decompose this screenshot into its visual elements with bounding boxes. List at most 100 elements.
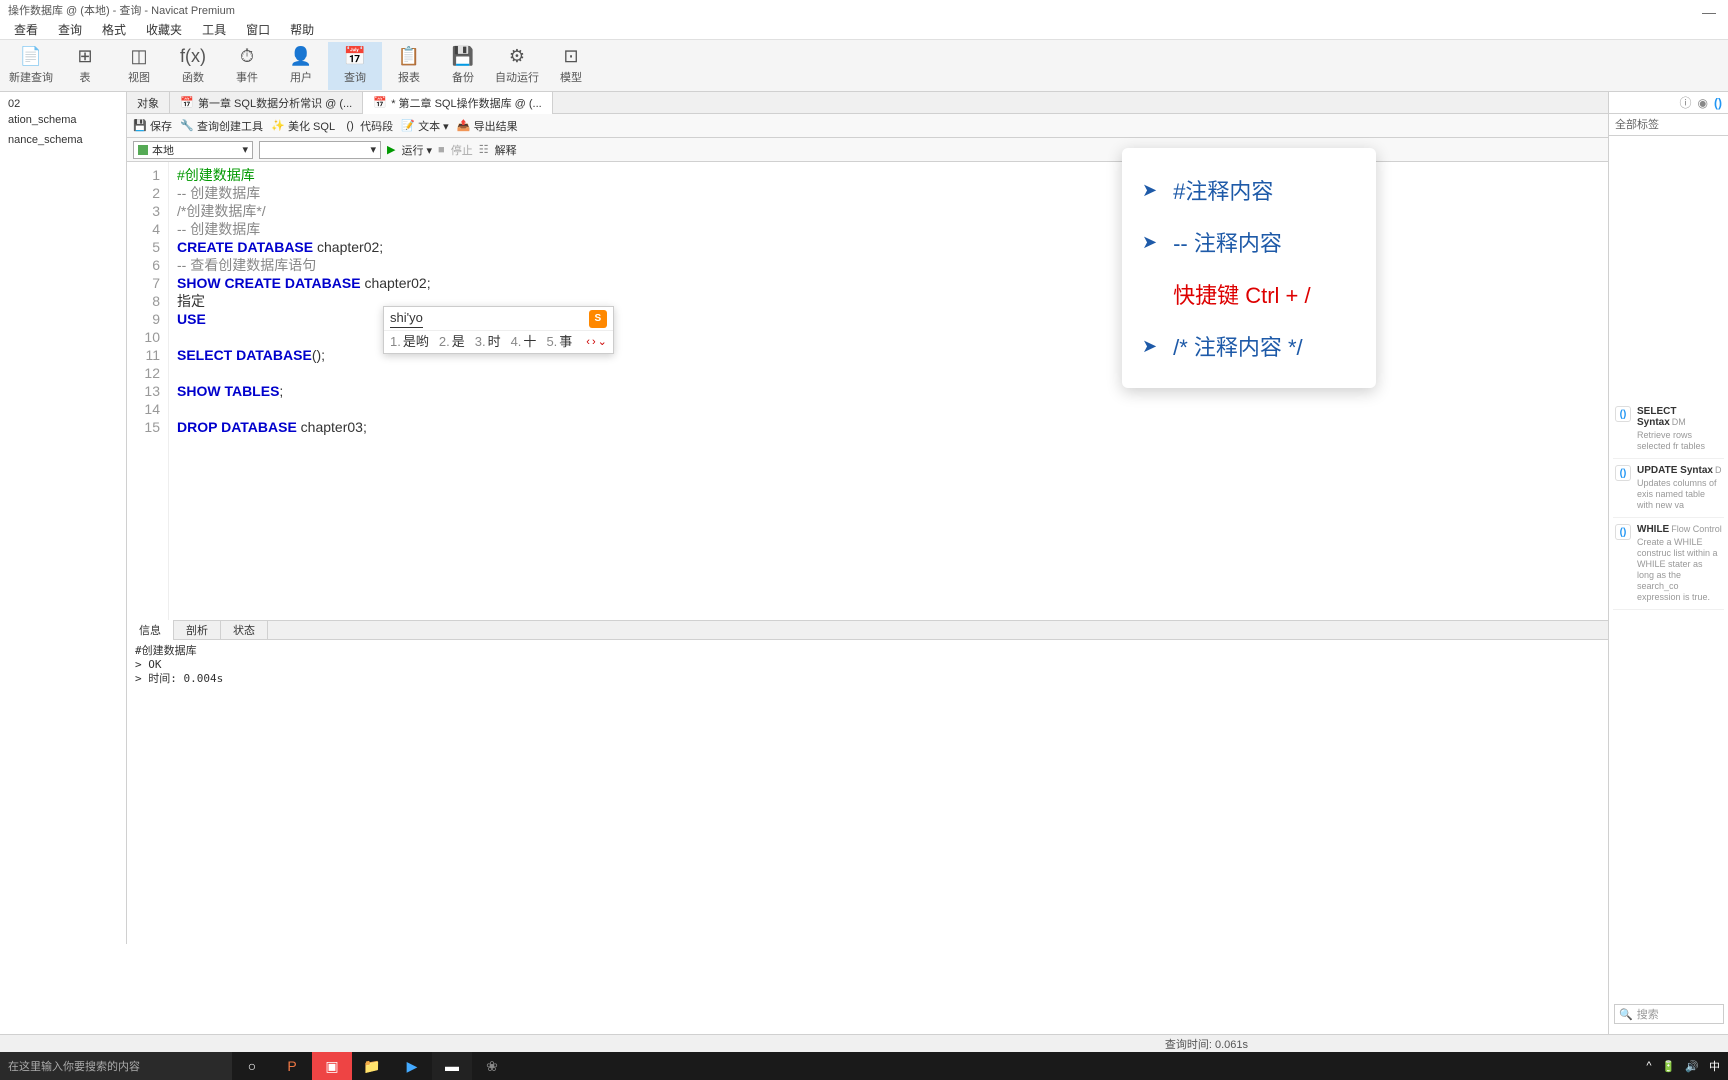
code-line[interactable]: /*创建数据库*/ [177,202,1720,220]
toolbar-item[interactable]: 💾备份 [436,42,490,90]
toolbar-item[interactable]: 📋报表 [382,42,436,90]
editor-tabs: 对象📅第一章 SQL数据分析常识 @ (...📅* 第二章 SQL操作数据库 @… [127,92,1728,114]
snippet-icon: () [1615,406,1631,422]
toolbar-icon: 👤 [289,47,313,67]
toolbar-item[interactable]: ⏱事件 [220,42,274,90]
snippet-search[interactable]: 🔍 搜索 [1614,1004,1724,1024]
editor-tool[interactable]: 🔧查询创建工具 [180,118,263,134]
stop-button[interactable]: 停止 [451,142,473,158]
line-gutter: 123456789101112131415 [127,162,169,620]
ime-candidate[interactable]: 3.时 [475,333,501,351]
menu-item[interactable]: 窗口 [236,21,280,38]
system-tray[interactable]: ^ 🔋 🔊 中 [1638,1058,1728,1074]
menu-item[interactable]: 帮助 [280,21,324,38]
code-editor[interactable]: 123456789101112131415 shi'yo S 1.是哟2.是3.… [127,162,1728,620]
ime-candidate[interactable]: 1.是哟 [390,333,429,351]
terminal-icon[interactable]: ▬ [432,1052,472,1080]
tool-icon: ✨ [271,119,285,133]
chevron-up-icon[interactable]: ^ [1646,1060,1651,1072]
code-line[interactable]: -- 创建数据库 [177,184,1720,202]
editor-toolbar: 💾保存 🔧查询创建工具 ✨美化 SQL ()代码段 📝文本 ▾ 📤导出结果 [127,114,1728,138]
explain-button[interactable]: 解释 [495,142,517,158]
code-line[interactable]: -- 查看创建数据库语句 [177,256,1720,274]
query-time: 查询时间: 0.061s [1165,1036,1248,1052]
menu-item[interactable]: 收藏夹 [136,21,192,38]
code-area[interactable]: shi'yo S 1.是哟2.是3.时4.十5.事‹›⌄ #创建数据库-- 创建… [169,162,1728,620]
code-line[interactable]: #创建数据库 [177,166,1720,184]
output-tab[interactable]: 剖析 [174,620,221,640]
code-line[interactable] [177,364,1720,382]
overlay-row: ➤-- 注释内容 [1142,216,1356,268]
menu-item[interactable]: 查询 [48,21,92,38]
ime-prev-icon[interactable]: ‹ [586,333,590,351]
snippet-icon: () [1615,524,1631,540]
sidebar-item[interactable]: 02 [4,96,122,112]
snippet-item[interactable]: ()UPDATE SyntaxDUpdates columns of exis … [1613,459,1724,518]
arrow-icon: ➤ [1142,232,1157,253]
toolbar-item[interactable]: f(x)函数 [166,42,220,90]
overlay-row: ➤快捷键 Ctrl + / [1142,268,1356,320]
menu-item[interactable]: 格式 [92,21,136,38]
editor-tool[interactable]: 📝文本 ▾ [401,118,449,134]
editor-tab[interactable]: 📅* 第二章 SQL操作数据库 @ (... [363,92,553,114]
volume-icon[interactable]: 🔊 [1685,1060,1699,1073]
explorer-icon[interactable]: 📁 [352,1052,392,1080]
battery-icon[interactable]: 🔋 [1662,1060,1676,1073]
connection-combo[interactable]: 本地▾ [133,141,253,159]
menu-item[interactable]: 工具 [192,21,236,38]
minimize-button[interactable]: — [1702,4,1716,20]
toolbar-item[interactable]: ◫视图 [112,42,166,90]
explain-icon: ☷ [479,143,489,156]
code-line[interactable]: SHOW CREATE DATABASE chapter02; [177,274,1720,292]
braces-icon[interactable]: () [1714,96,1722,110]
ime-down-icon[interactable]: ⌄ [598,333,607,351]
editor-tool[interactable]: 💾保存 [133,118,172,134]
powerpoint-icон[interactable]: P [272,1052,312,1080]
editor-tab[interactable]: 对象 [127,92,170,114]
info-icon[interactable]: ⓘ [1680,94,1692,111]
editor-tool[interactable]: ✨美化 SQL [271,118,335,134]
editor-tool[interactable]: ()代码段 [343,118,393,134]
titlebar: 操作数据库 @ (本地) - 查询 - Navicat Premium — [0,0,1728,20]
tool-icon: 🔧 [180,119,194,133]
toolbar-item[interactable]: 📄新建查询 [4,42,58,90]
toolbar-item[interactable]: ⚙自动运行 [490,42,544,90]
ime-candidate[interactable]: 2.是 [439,333,465,351]
output-panel: #创建数据库 > OK > 时间: 0.004s [127,640,1728,944]
overlay-row: ➤/* 注释内容 */ [1142,320,1356,372]
output-tab[interactable]: 状态 [221,620,268,640]
taskbar-search[interactable]: 在这里输入你要搜索的内容 [0,1052,232,1080]
cortana-button[interactable]: ○ [232,1052,272,1080]
main-toolbar: 📄新建查询⊞表◫视图f(x)函数⏱事件👤用户📅查询📋报表💾备份⚙自动运行⊡模型 [0,40,1728,92]
eye-icon[interactable]: ◉ [1698,96,1708,110]
toolbar-item[interactable]: ⊞表 [58,42,112,90]
menu-item[interactable]: 查看 [4,21,48,38]
code-line[interactable]: SHOW TABLES; [177,382,1720,400]
ime-candidate[interactable]: 4.十 [511,333,537,351]
editor-tool[interactable]: 📤导出结果 [457,118,518,134]
code-line[interactable]: DROP DATABASE chapter03; [177,418,1720,436]
code-line[interactable] [177,400,1720,418]
toolbar-item[interactable]: 📅查询 [328,42,382,90]
app-icon[interactable]: ▣ [312,1052,352,1080]
snippet-item[interactable]: ()SELECT SyntaxDMRetrieve rows selected … [1613,400,1724,459]
editor-tab[interactable]: 📅第一章 SQL数据分析常识 @ (... [170,92,363,114]
output-tab[interactable]: 信息 [127,620,174,640]
toolbar-item[interactable]: ⊡模型 [544,42,598,90]
player-icon[interactable]: ▶ [392,1052,432,1080]
snippet-item[interactable]: ()WHILEFlow ControlCreate a WHILE constr… [1613,518,1724,610]
code-line[interactable]: CREATE DATABASE chapter02; [177,238,1720,256]
toolbar-icon: ⏱ [235,47,259,67]
app2-icon[interactable]: ❀ [472,1052,512,1080]
database-combo[interactable]: ▾ [259,141,381,159]
sidebar-item[interactable]: nance_schema [4,132,122,148]
toolbar-item[interactable]: 👤用户 [274,42,328,90]
ime-candidate[interactable]: 5.事 [546,333,572,351]
run-button[interactable]: 运行 ▾ [401,142,432,158]
toolbar-icon: 📋 [397,47,421,67]
tags-combo[interactable]: 全部标签 [1609,114,1728,136]
ime-popup[interactable]: shi'yo S 1.是哟2.是3.时4.十5.事‹›⌄ [383,306,614,354]
code-line[interactable]: -- 创建数据库 [177,220,1720,238]
sidebar-item[interactable]: ation_schema [4,112,122,128]
ime-next-icon[interactable]: › [592,333,596,351]
